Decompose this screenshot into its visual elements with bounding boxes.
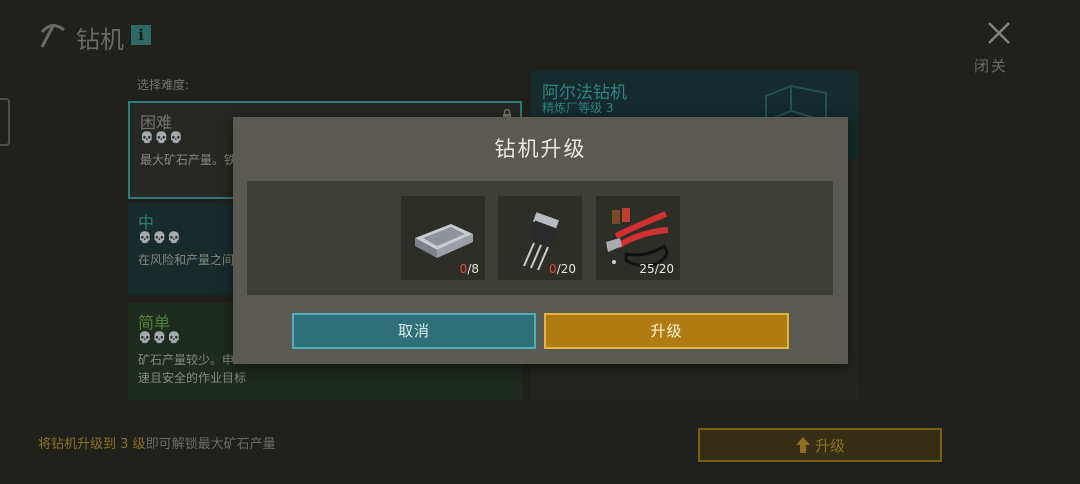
- confirm-upgrade-button[interactable]: 升级: [544, 313, 789, 349]
- item-slot-transistor[interactable]: 0/20: [498, 196, 582, 280]
- item-need: /20: [556, 262, 576, 276]
- cancel-button[interactable]: 取消: [292, 313, 536, 349]
- item-slot-tools[interactable]: 25/20: [596, 196, 680, 280]
- item-slot-metal[interactable]: 0/8: [401, 196, 485, 280]
- item-have: 0: [549, 262, 557, 276]
- upgrade-dialog: 钻机升级 0/8 0/20 25/20 取消 升级: [233, 117, 848, 364]
- item-need: /20: [654, 262, 674, 276]
- item-count: 25/20: [639, 262, 674, 276]
- item-have: 25: [639, 262, 655, 276]
- required-items: 0/8 0/20 25/20: [247, 181, 833, 295]
- item-need: /8: [467, 262, 479, 276]
- item-count: 0/20: [549, 262, 576, 276]
- item-count: 0/8: [460, 262, 479, 276]
- dialog-title: 钻机升级: [494, 137, 587, 161]
